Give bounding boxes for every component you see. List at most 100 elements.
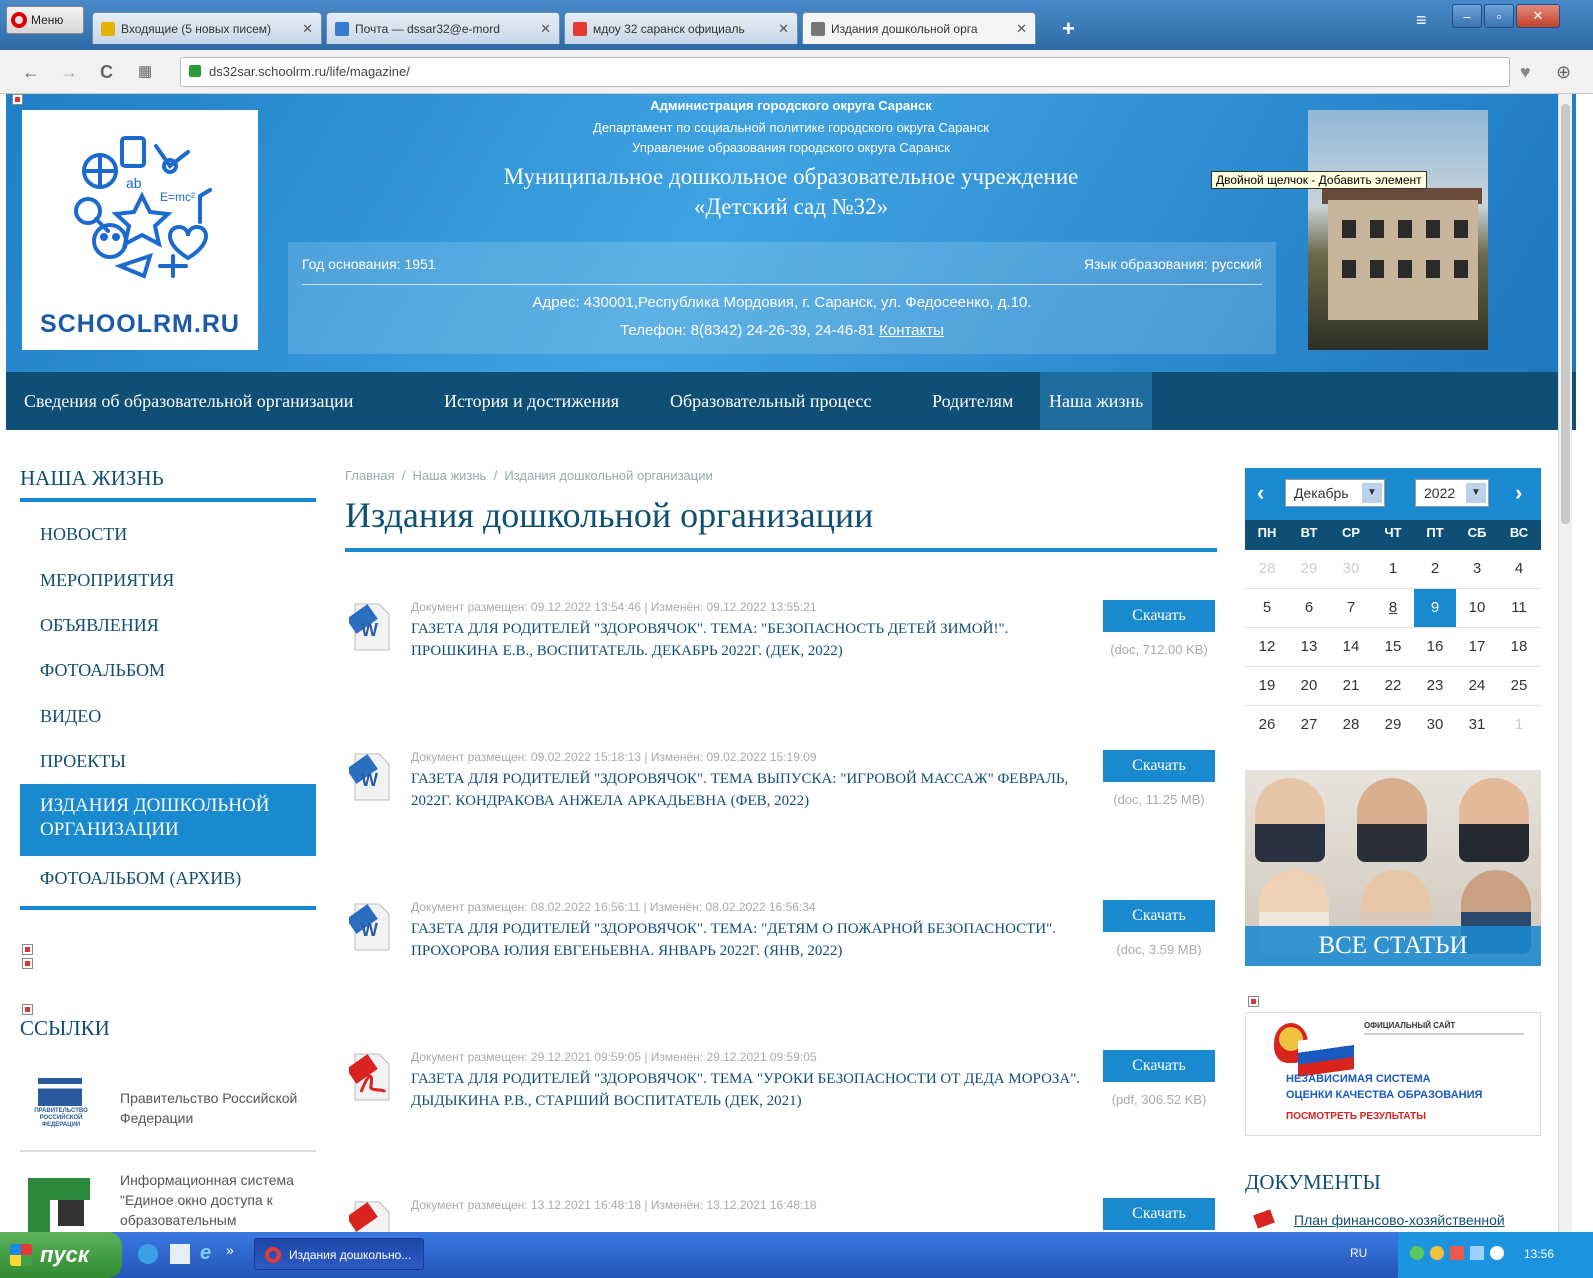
word-doc-icon[interactable]: W [349,600,391,652]
quicklaunch-icon[interactable] [138,1244,158,1264]
calendar-day[interactable]: 26 [1246,706,1288,744]
document-link[interactable]: План финансово-хозяйственной [1294,1212,1505,1228]
page-scrollbar[interactable] [1558,94,1572,1232]
all-articles-link[interactable]: ВСЕ СТАТЬИ [1245,926,1541,966]
calendar-day[interactable]: 24 [1456,667,1498,705]
close-tab-icon[interactable]: ✕ [1016,21,1027,37]
calendar-day[interactable]: 25 [1498,667,1540,705]
ie-icon[interactable]: e [200,1242,211,1265]
minimize-icon[interactable]: – [1452,4,1482,28]
link-window-portal[interactable]: Информационная система "Единое окно дост… [120,1170,316,1230]
scrollbar-thumb[interactable] [1561,104,1570,524]
close-tab-icon[interactable]: ✕ [540,21,551,37]
sidebar-item-photoalbum-archive[interactable]: ФОТОАЛЬБОМ (АРХИВ) [40,868,241,889]
close-window-icon[interactable]: ✕ [1516,4,1560,28]
maximize-icon[interactable]: ▫ [1484,4,1514,28]
network-icon[interactable] [1470,1246,1484,1260]
download-button[interactable]: Скачать [1103,900,1215,932]
calendar-day[interactable]: 30 [1330,550,1372,588]
tray-icon[interactable] [1430,1246,1444,1260]
calendar-day[interactable]: 23 [1414,667,1456,705]
browser-tab[interactable]: Почта — dssar32@e-mord ✕ [326,12,560,44]
sidebar-item-video[interactable]: ВИДЕО [40,706,101,727]
calendar-day[interactable]: 7 [1330,589,1372,627]
nav-item-history[interactable]: История и достижения [444,372,619,430]
calendar-day[interactable]: 8 [1372,589,1414,627]
calendar-day[interactable]: 27 [1288,706,1330,744]
calendar-day[interactable]: 28 [1246,550,1288,588]
download-icon[interactable]: ⊕ [1556,62,1571,83]
calendar-day[interactable]: 22 [1372,667,1414,705]
prev-month-icon[interactable]: ‹ [1257,480,1264,506]
calendar-day[interactable]: 29 [1288,550,1330,588]
calendar-day[interactable]: 30 [1414,706,1456,744]
desktop-icon[interactable] [170,1244,190,1264]
url-field[interactable]: ds32sar.schoolrm.ru/life/magazine/ [180,57,1510,87]
quality-assessment-banner[interactable]: ОФИЦИАЛЬНЫЙ САЙТ НЕЗАВИСИМАЯ СИСТЕМА ОЦЕ… [1245,1012,1541,1136]
calendar-day[interactable]: 9 [1414,589,1456,627]
document-title-link[interactable]: ГАЗЕТА ДЛЯ РОДИТЕЛЕЙ "ЗДОРОВЯЧОК". ТЕМА:… [411,618,1091,662]
calendar-day[interactable]: 15 [1372,628,1414,666]
language-indicator[interactable]: RU [1350,1246,1367,1260]
download-button[interactable]: Скачать [1103,1198,1215,1230]
word-doc-icon[interactable]: W [349,900,391,952]
calendar-day[interactable]: 19 [1246,667,1288,705]
breadcrumb-home[interactable]: Главная [345,468,394,483]
pdf-doc-icon[interactable] [349,1198,391,1232]
speed-dial-icon[interactable]: ▦ [138,62,152,80]
sidebar-item-projects[interactable]: ПРОЕКТЫ [40,751,126,772]
download-button[interactable]: Скачать [1103,1050,1215,1082]
contacts-link[interactable]: Контакты [879,322,944,339]
back-icon[interactable]: ← [22,62,40,83]
download-button[interactable]: Скачать [1103,750,1215,782]
tab-menu-icon[interactable]: ≡ [1416,10,1427,31]
nav-item-about[interactable]: Сведения об образовательной организации [24,372,353,430]
window-portal-logo[interactable] [28,1172,90,1232]
banner-results-link[interactable]: ПОСМОТРЕТЬ РЕЗУЛЬТАТЫ [1286,1111,1426,1122]
browser-tab-active[interactable]: Издания дошкольной орга ✕ [802,12,1036,44]
calendar-day[interactable]: 29 [1372,706,1414,744]
link-government[interactable]: Правительство Российской Федерации [120,1088,316,1128]
sidebar-item-events[interactable]: МЕРОПРИЯТИЯ [40,570,174,591]
calendar-day[interactable]: 12 [1246,628,1288,666]
calendar-day[interactable]: 2 [1414,550,1456,588]
nav-item-education[interactable]: Образовательный процесс [670,372,872,430]
calendar-day[interactable]: 17 [1456,628,1498,666]
calendar-day[interactable]: 1 [1498,706,1540,744]
calendar-day[interactable]: 1 [1372,550,1414,588]
calendar-day[interactable]: 18 [1498,628,1540,666]
calendar-day[interactable]: 21 [1330,667,1372,705]
browser-tab[interactable]: Входящие (5 новых писем) ✕ [92,12,322,44]
sidebar-item-publications[interactable]: ИЗДАНИЯ ДОШКОЛЬНОЙ ОРГАНИЗАЦИИ [20,784,316,856]
volume-icon[interactable] [1490,1246,1504,1260]
pdf-doc-icon[interactable] [349,1050,391,1102]
forward-icon[interactable]: → [60,62,78,83]
sidebar-item-photoalbum[interactable]: ФОТОАЛЬБОМ [40,660,165,681]
document-title-link[interactable]: ГАЗЕТА ДЛЯ РОДИТЕЛЕЙ "ЗДОРОВЯЧОК". ТЕМА … [411,1068,1091,1112]
heart-icon[interactable]: ♥ [1520,62,1531,83]
chevron-icon[interactable]: » [226,1242,234,1258]
new-tab-icon[interactable]: + [1062,16,1075,42]
next-month-icon[interactable]: › [1515,480,1522,506]
document-title-link[interactable]: ГАЗЕТА ДЛЯ РОДИТЕЛЕЙ "ЗДОРОВЯЧОК". ТЕМА … [411,768,1091,812]
close-tab-icon[interactable]: ✕ [302,21,313,37]
breadcrumb-our-life[interactable]: Наша жизнь [413,468,487,483]
close-tab-icon[interactable]: ✕ [778,21,789,37]
word-doc-icon[interactable]: W [349,750,391,802]
taskbar-window-button[interactable]: Издания дошкольно... [254,1238,424,1270]
sidebar-item-news[interactable]: НОВОСТИ [40,524,127,545]
calendar-day[interactable]: 6 [1288,589,1330,627]
calendar-day[interactable]: 16 [1414,628,1456,666]
nav-item-parents[interactable]: Родителям [932,372,1013,430]
calendar-day[interactable]: 5 [1246,589,1288,627]
calendar-day[interactable]: 20 [1288,667,1330,705]
tray-icon[interactable] [1450,1246,1464,1260]
year-select[interactable]: 2022 ▼ [1415,479,1489,507]
calendar-day[interactable]: 14 [1330,628,1372,666]
nav-item-our-life[interactable]: Наша жизнь [1040,372,1153,430]
reload-icon[interactable]: C [100,62,113,83]
tray-icon[interactable] [1410,1246,1424,1260]
articles-banner[interactable]: ВСЕ СТАТЬИ [1245,770,1541,966]
browser-tab[interactable]: мдоу 32 саранск официаль ✕ [564,12,798,44]
calendar-day[interactable]: 4 [1498,550,1540,588]
